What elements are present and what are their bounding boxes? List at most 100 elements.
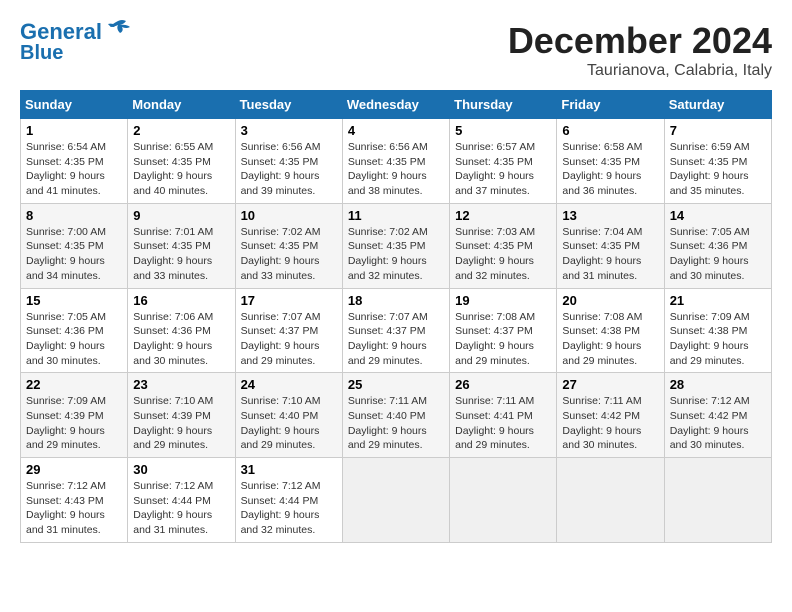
day-number: 27: [562, 377, 658, 392]
weekday-header: Sunday: [21, 91, 128, 119]
calendar-cell: 31 Sunrise: 7:12 AM Sunset: 4:44 PM Dayl…: [235, 458, 342, 543]
calendar-cell: 17 Sunrise: 7:07 AM Sunset: 4:37 PM Dayl…: [235, 288, 342, 373]
day-info: Sunrise: 6:55 AM Sunset: 4:35 PM Dayligh…: [133, 140, 229, 199]
day-number: 29: [26, 462, 122, 477]
calendar-cell: 21 Sunrise: 7:09 AM Sunset: 4:38 PM Dayl…: [664, 288, 771, 373]
weekday-header: Wednesday: [342, 91, 449, 119]
day-number: 25: [348, 377, 444, 392]
calendar-header-row: SundayMondayTuesdayWednesdayThursdayFrid…: [21, 91, 772, 119]
day-info: Sunrise: 7:08 AM Sunset: 4:37 PM Dayligh…: [455, 310, 551, 369]
day-info: Sunrise: 7:10 AM Sunset: 4:40 PM Dayligh…: [241, 394, 337, 453]
day-info: Sunrise: 7:12 AM Sunset: 4:44 PM Dayligh…: [133, 479, 229, 538]
weekday-header: Thursday: [450, 91, 557, 119]
day-number: 12: [455, 208, 551, 223]
day-number: 5: [455, 123, 551, 138]
calendar-cell: [664, 458, 771, 543]
day-info: Sunrise: 7:06 AM Sunset: 4:36 PM Dayligh…: [133, 310, 229, 369]
calendar-week-row: 22 Sunrise: 7:09 AM Sunset: 4:39 PM Dayl…: [21, 373, 772, 458]
calendar-week-row: 15 Sunrise: 7:05 AM Sunset: 4:36 PM Dayl…: [21, 288, 772, 373]
calendar-cell: 3 Sunrise: 6:56 AM Sunset: 4:35 PM Dayli…: [235, 119, 342, 204]
day-info: Sunrise: 7:07 AM Sunset: 4:37 PM Dayligh…: [348, 310, 444, 369]
day-number: 20: [562, 293, 658, 308]
day-number: 9: [133, 208, 229, 223]
calendar-week-row: 29 Sunrise: 7:12 AM Sunset: 4:43 PM Dayl…: [21, 458, 772, 543]
day-info: Sunrise: 6:54 AM Sunset: 4:35 PM Dayligh…: [26, 140, 122, 199]
page-header: General Blue December 2024 Taurianova, C…: [20, 20, 772, 80]
calendar-cell: 28 Sunrise: 7:12 AM Sunset: 4:42 PM Dayl…: [664, 373, 771, 458]
calendar-cell: 15 Sunrise: 7:05 AM Sunset: 4:36 PM Dayl…: [21, 288, 128, 373]
calendar-cell: 24 Sunrise: 7:10 AM Sunset: 4:40 PM Dayl…: [235, 373, 342, 458]
calendar-cell: 12 Sunrise: 7:03 AM Sunset: 4:35 PM Dayl…: [450, 203, 557, 288]
calendar-body: 1 Sunrise: 6:54 AM Sunset: 4:35 PM Dayli…: [21, 119, 772, 543]
day-info: Sunrise: 6:56 AM Sunset: 4:35 PM Dayligh…: [348, 140, 444, 199]
day-number: 13: [562, 208, 658, 223]
calendar-cell: 16 Sunrise: 7:06 AM Sunset: 4:36 PM Dayl…: [128, 288, 235, 373]
calendar-cell: 11 Sunrise: 7:02 AM Sunset: 4:35 PM Dayl…: [342, 203, 449, 288]
weekday-header: Tuesday: [235, 91, 342, 119]
day-info: Sunrise: 7:12 AM Sunset: 4:42 PM Dayligh…: [670, 394, 766, 453]
day-info: Sunrise: 6:58 AM Sunset: 4:35 PM Dayligh…: [562, 140, 658, 199]
calendar-week-row: 1 Sunrise: 6:54 AM Sunset: 4:35 PM Dayli…: [21, 119, 772, 204]
calendar-cell: [557, 458, 664, 543]
calendar-week-row: 8 Sunrise: 7:00 AM Sunset: 4:35 PM Dayli…: [21, 203, 772, 288]
day-info: Sunrise: 7:09 AM Sunset: 4:39 PM Dayligh…: [26, 394, 122, 453]
day-info: Sunrise: 7:10 AM Sunset: 4:39 PM Dayligh…: [133, 394, 229, 453]
calendar-cell: 30 Sunrise: 7:12 AM Sunset: 4:44 PM Dayl…: [128, 458, 235, 543]
day-info: Sunrise: 7:11 AM Sunset: 4:40 PM Dayligh…: [348, 394, 444, 453]
day-number: 11: [348, 208, 444, 223]
day-info: Sunrise: 7:07 AM Sunset: 4:37 PM Dayligh…: [241, 310, 337, 369]
day-info: Sunrise: 7:11 AM Sunset: 4:41 PM Dayligh…: [455, 394, 551, 453]
calendar-cell: 27 Sunrise: 7:11 AM Sunset: 4:42 PM Dayl…: [557, 373, 664, 458]
calendar-cell: 18 Sunrise: 7:07 AM Sunset: 4:37 PM Dayl…: [342, 288, 449, 373]
day-number: 19: [455, 293, 551, 308]
day-number: 17: [241, 293, 337, 308]
calendar-cell: 6 Sunrise: 6:58 AM Sunset: 4:35 PM Dayli…: [557, 119, 664, 204]
day-info: Sunrise: 7:12 AM Sunset: 4:43 PM Dayligh…: [26, 479, 122, 538]
day-number: 14: [670, 208, 766, 223]
calendar-cell: 4 Sunrise: 6:56 AM Sunset: 4:35 PM Dayli…: [342, 119, 449, 204]
day-number: 21: [670, 293, 766, 308]
day-info: Sunrise: 7:11 AM Sunset: 4:42 PM Dayligh…: [562, 394, 658, 453]
day-number: 18: [348, 293, 444, 308]
logo: General Blue: [20, 20, 132, 64]
day-number: 31: [241, 462, 337, 477]
location-title: Taurianova, Calabria, Italy: [508, 62, 772, 80]
day-info: Sunrise: 6:56 AM Sunset: 4:35 PM Dayligh…: [241, 140, 337, 199]
day-number: 6: [562, 123, 658, 138]
day-info: Sunrise: 7:00 AM Sunset: 4:35 PM Dayligh…: [26, 225, 122, 284]
calendar-cell: 9 Sunrise: 7:01 AM Sunset: 4:35 PM Dayli…: [128, 203, 235, 288]
calendar-cell: 25 Sunrise: 7:11 AM Sunset: 4:40 PM Dayl…: [342, 373, 449, 458]
day-number: 30: [133, 462, 229, 477]
calendar-cell: 5 Sunrise: 6:57 AM Sunset: 4:35 PM Dayli…: [450, 119, 557, 204]
day-number: 16: [133, 293, 229, 308]
calendar-cell: 26 Sunrise: 7:11 AM Sunset: 4:41 PM Dayl…: [450, 373, 557, 458]
calendar-cell: 13 Sunrise: 7:04 AM Sunset: 4:35 PM Dayl…: [557, 203, 664, 288]
day-info: Sunrise: 7:09 AM Sunset: 4:38 PM Dayligh…: [670, 310, 766, 369]
weekday-header: Monday: [128, 91, 235, 119]
calendar-cell: 1 Sunrise: 6:54 AM Sunset: 4:35 PM Dayli…: [21, 119, 128, 204]
weekday-header: Friday: [557, 91, 664, 119]
day-number: 4: [348, 123, 444, 138]
title-area: December 2024 Taurianova, Calabria, Ital…: [508, 20, 772, 80]
day-number: 24: [241, 377, 337, 392]
calendar-cell: 23 Sunrise: 7:10 AM Sunset: 4:39 PM Dayl…: [128, 373, 235, 458]
day-info: Sunrise: 7:03 AM Sunset: 4:35 PM Dayligh…: [455, 225, 551, 284]
day-info: Sunrise: 6:59 AM Sunset: 4:35 PM Dayligh…: [670, 140, 766, 199]
weekday-header: Saturday: [664, 91, 771, 119]
calendar-cell: [342, 458, 449, 543]
day-info: Sunrise: 7:04 AM Sunset: 4:35 PM Dayligh…: [562, 225, 658, 284]
day-number: 22: [26, 377, 122, 392]
day-info: Sunrise: 7:02 AM Sunset: 4:35 PM Dayligh…: [241, 225, 337, 284]
calendar-cell: 14 Sunrise: 7:05 AM Sunset: 4:36 PM Dayl…: [664, 203, 771, 288]
day-info: Sunrise: 7:02 AM Sunset: 4:35 PM Dayligh…: [348, 225, 444, 284]
day-number: 2: [133, 123, 229, 138]
calendar-cell: 10 Sunrise: 7:02 AM Sunset: 4:35 PM Dayl…: [235, 203, 342, 288]
day-info: Sunrise: 6:57 AM Sunset: 4:35 PM Dayligh…: [455, 140, 551, 199]
day-number: 26: [455, 377, 551, 392]
day-number: 23: [133, 377, 229, 392]
calendar-cell: 2 Sunrise: 6:55 AM Sunset: 4:35 PM Dayli…: [128, 119, 235, 204]
calendar-cell: 7 Sunrise: 6:59 AM Sunset: 4:35 PM Dayli…: [664, 119, 771, 204]
calendar-cell: 8 Sunrise: 7:00 AM Sunset: 4:35 PM Dayli…: [21, 203, 128, 288]
calendar-cell: 22 Sunrise: 7:09 AM Sunset: 4:39 PM Dayl…: [21, 373, 128, 458]
day-info: Sunrise: 7:05 AM Sunset: 4:36 PM Dayligh…: [26, 310, 122, 369]
